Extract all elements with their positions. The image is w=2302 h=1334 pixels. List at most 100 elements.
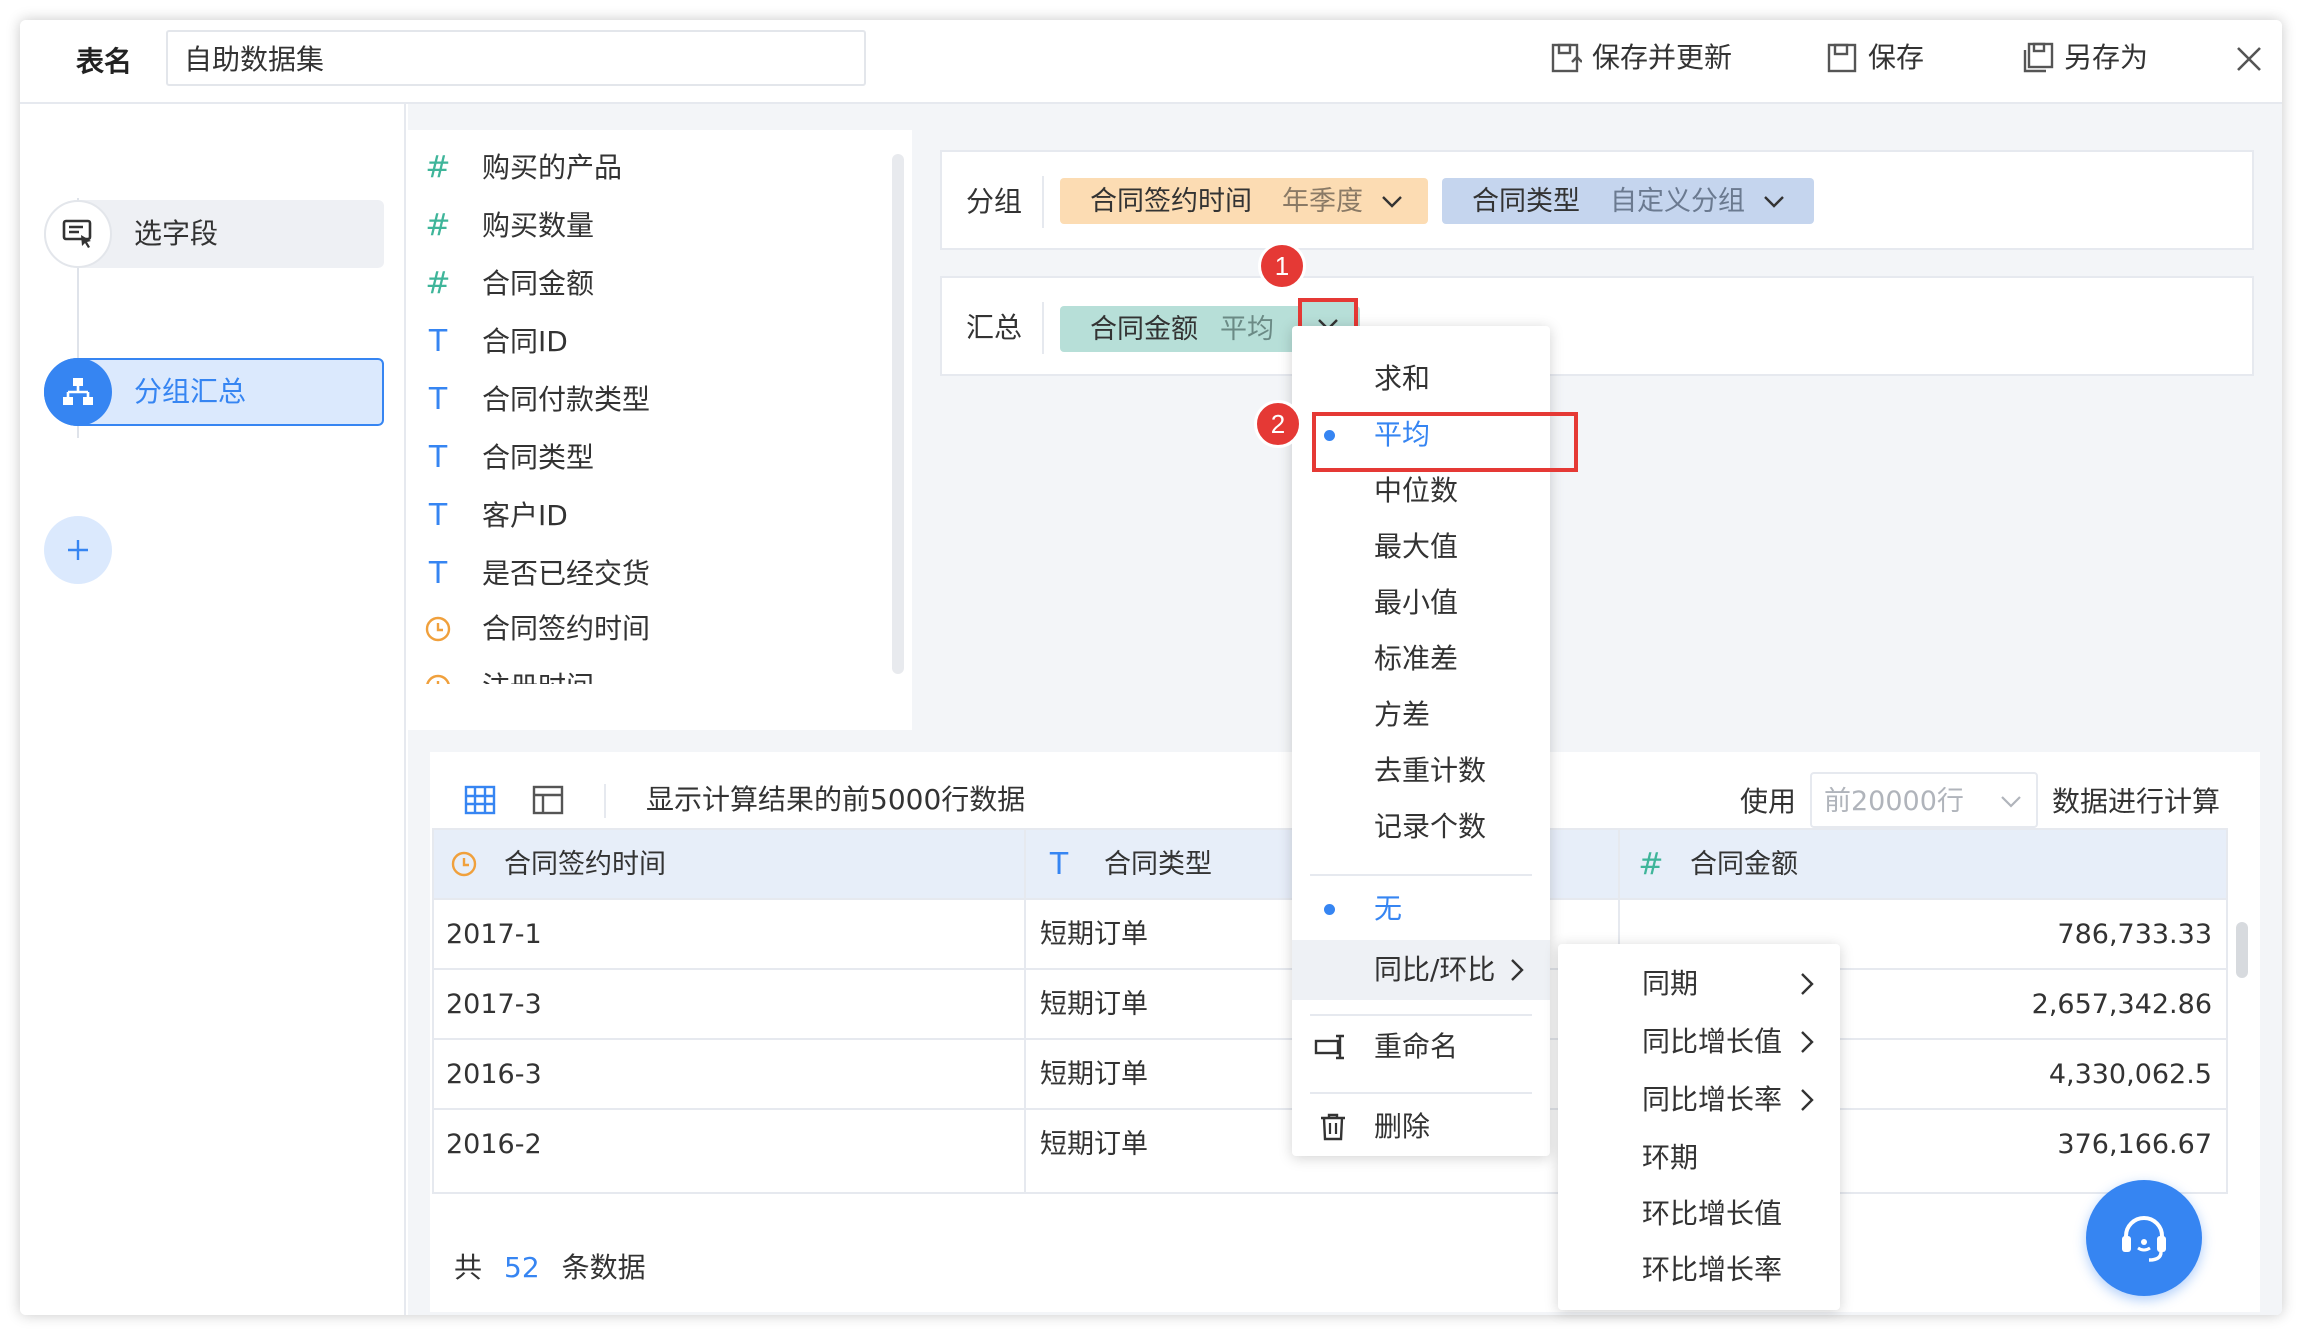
number-type-icon: # xyxy=(425,150,451,185)
plus-icon xyxy=(65,537,91,563)
field-label: 合同签约时间 xyxy=(482,612,651,645)
field-item[interactable]: # 购买数量 xyxy=(408,208,594,243)
group-summary-icon xyxy=(61,375,95,409)
grid-view-icon[interactable] xyxy=(464,784,496,816)
layout-view-icon[interactable] xyxy=(532,784,564,816)
submenu-item-label: 同期 xyxy=(1642,967,1699,1000)
menu-item-min[interactable]: 最小值 xyxy=(1292,576,1550,630)
chip-name: 合同金额 xyxy=(1090,313,1198,345)
rename-icon xyxy=(1314,1033,1350,1061)
submenu-item-yoy-value[interactable]: 同比增长值 xyxy=(1558,1014,1840,1070)
number-type-icon: # xyxy=(1638,846,1664,882)
field-label: 合同ID xyxy=(482,324,568,358)
column-header-contract-amount[interactable]: # 合同金额 xyxy=(1634,830,1798,898)
step-badge-1: 1 xyxy=(1258,242,1306,290)
total-prefix: 共 xyxy=(454,1251,483,1284)
menu-item-label: 记录个数 xyxy=(1374,810,1487,843)
add-step-button[interactable] xyxy=(44,516,112,584)
field-item[interactable]: T 是否已经交货 xyxy=(408,556,650,591)
text-type-icon: T xyxy=(428,382,448,417)
field-label: 注册时间 xyxy=(482,673,594,685)
field-item[interactable]: # 合同金额 xyxy=(408,266,594,301)
chip-mode: 自定义分组 xyxy=(1610,185,1745,217)
menu-item-sum[interactable]: 求和 xyxy=(1292,352,1550,406)
column-header-label: 合同签约时间 xyxy=(504,848,666,880)
text-type-icon: T xyxy=(428,440,448,475)
field-item[interactable]: # 购买的产品 xyxy=(408,150,622,185)
menu-item-label: 最大值 xyxy=(1374,530,1459,563)
step-group-summary[interactable]: 分组汇总 xyxy=(44,358,384,426)
save-update-icon xyxy=(1550,42,1582,74)
selected-dot-icon xyxy=(1324,903,1335,915)
menu-item-label: 方差 xyxy=(1374,698,1431,731)
table-name-input[interactable]: 自助数据集 xyxy=(166,30,866,86)
cell-amount: 2,657,342.86 xyxy=(2031,988,2212,1020)
save-as-button[interactable]: 另存为 xyxy=(2022,42,2148,74)
cell-date: 2017-1 xyxy=(446,918,542,950)
menu-item-variance[interactable]: 方差 xyxy=(1292,688,1550,742)
submenu-item-same-period[interactable]: 同期 xyxy=(1558,956,1840,1012)
trash-icon xyxy=(1318,1112,1348,1142)
menu-item-median[interactable]: 中位数 xyxy=(1292,464,1550,518)
save-as-icon xyxy=(2022,42,2054,74)
rows-select[interactable]: 前20000行 xyxy=(1810,772,2038,828)
support-float-button[interactable] xyxy=(2086,1180,2202,1296)
step-select-fields-label: 选字段 xyxy=(134,217,219,250)
menu-item-rename[interactable]: 重命名 xyxy=(1292,1020,1550,1074)
chevron-down-icon[interactable] xyxy=(1761,188,1787,214)
submenu-item-mom-rate[interactable]: 环比增长率 xyxy=(1558,1242,1840,1298)
table-scrollbar[interactable] xyxy=(2236,922,2248,978)
chevron-down-icon[interactable] xyxy=(1379,188,1405,214)
column-header-contract-date[interactable]: 合同签约时间 xyxy=(448,830,666,898)
submenu-item-label: 环比增长值 xyxy=(1642,1197,1783,1230)
submenu-item-prev-period[interactable]: 环期 xyxy=(1558,1130,1840,1186)
save-button[interactable]: 保存 xyxy=(1826,42,1924,74)
field-item[interactable]: T 合同类型 xyxy=(408,440,594,475)
step-select-fields-icon-circle xyxy=(44,200,112,268)
text-type-icon: T xyxy=(1049,846,1069,882)
submenu-item-label: 同比增长率 xyxy=(1642,1083,1783,1116)
save-and-update-button[interactable]: 保存并更新 xyxy=(1550,42,1732,74)
menu-item-none[interactable]: 无 xyxy=(1292,882,1550,936)
save-and-update-label: 保存并更新 xyxy=(1592,41,1733,74)
text-type-icon: T xyxy=(428,324,448,359)
field-item[interactable]: T 合同付款类型 xyxy=(408,382,650,417)
field-item[interactable]: T 合同ID xyxy=(408,324,568,359)
text-type-icon: T xyxy=(428,556,448,591)
toolbar-divider xyxy=(604,784,606,818)
menu-item-distinct-count[interactable]: 去重计数 xyxy=(1292,744,1550,798)
menu-item-delete[interactable]: 删除 xyxy=(1292,1100,1550,1154)
cell-type: 短期订单 xyxy=(1040,1128,1148,1160)
close-icon[interactable] xyxy=(2234,44,2264,74)
menu-item-record-count[interactable]: 记录个数 xyxy=(1292,800,1550,854)
menu-item-stddev[interactable]: 标准差 xyxy=(1292,632,1550,686)
submenu-item-mom-value[interactable]: 环比增长值 xyxy=(1558,1186,1840,1242)
group-divider xyxy=(1042,176,1044,228)
chevron-right-icon xyxy=(1794,971,1820,997)
group-chip-contract-date[interactable]: 合同签约时间 年季度 xyxy=(1060,178,1428,224)
field-item[interactable]: 注册时间 xyxy=(408,672,594,684)
cell-date: 2017-3 xyxy=(446,988,542,1020)
field-item[interactable]: T 客户ID xyxy=(408,498,568,533)
step-select-fields[interactable]: 选字段 xyxy=(44,200,384,268)
table-name-label: 表名 xyxy=(76,45,133,78)
group-label: 分组 xyxy=(966,185,1023,218)
menu-item-max[interactable]: 最大值 xyxy=(1292,520,1550,574)
column-header-contract-type[interactable]: T 合同类型 xyxy=(1042,830,1212,898)
field-label: 合同付款类型 xyxy=(482,382,651,416)
field-list-scrollbar[interactable] xyxy=(892,154,904,674)
field-label: 购买数量 xyxy=(482,208,595,242)
step-group-summary-icon-circle xyxy=(44,358,112,426)
submenu-item-label: 同比增长值 xyxy=(1642,1025,1783,1058)
submenu-item-yoy-rate[interactable]: 同比增长率 xyxy=(1558,1072,1840,1128)
menu-divider xyxy=(1310,1092,1532,1094)
menu-item-label: 中位数 xyxy=(1374,474,1459,507)
headset-icon xyxy=(2114,1208,2174,1268)
field-item[interactable]: 合同签约时间 xyxy=(408,614,650,644)
compute-label: 数据进行计算 xyxy=(2052,785,2221,818)
group-chip-contract-type[interactable]: 合同类型 自定义分组 xyxy=(1442,178,1814,224)
menu-item-compare[interactable]: 同比/环比 xyxy=(1292,940,1550,1000)
summary-divider xyxy=(1042,302,1044,354)
submenu-item-label: 环比增长率 xyxy=(1642,1253,1783,1286)
average-highlight-box xyxy=(1312,412,1578,472)
